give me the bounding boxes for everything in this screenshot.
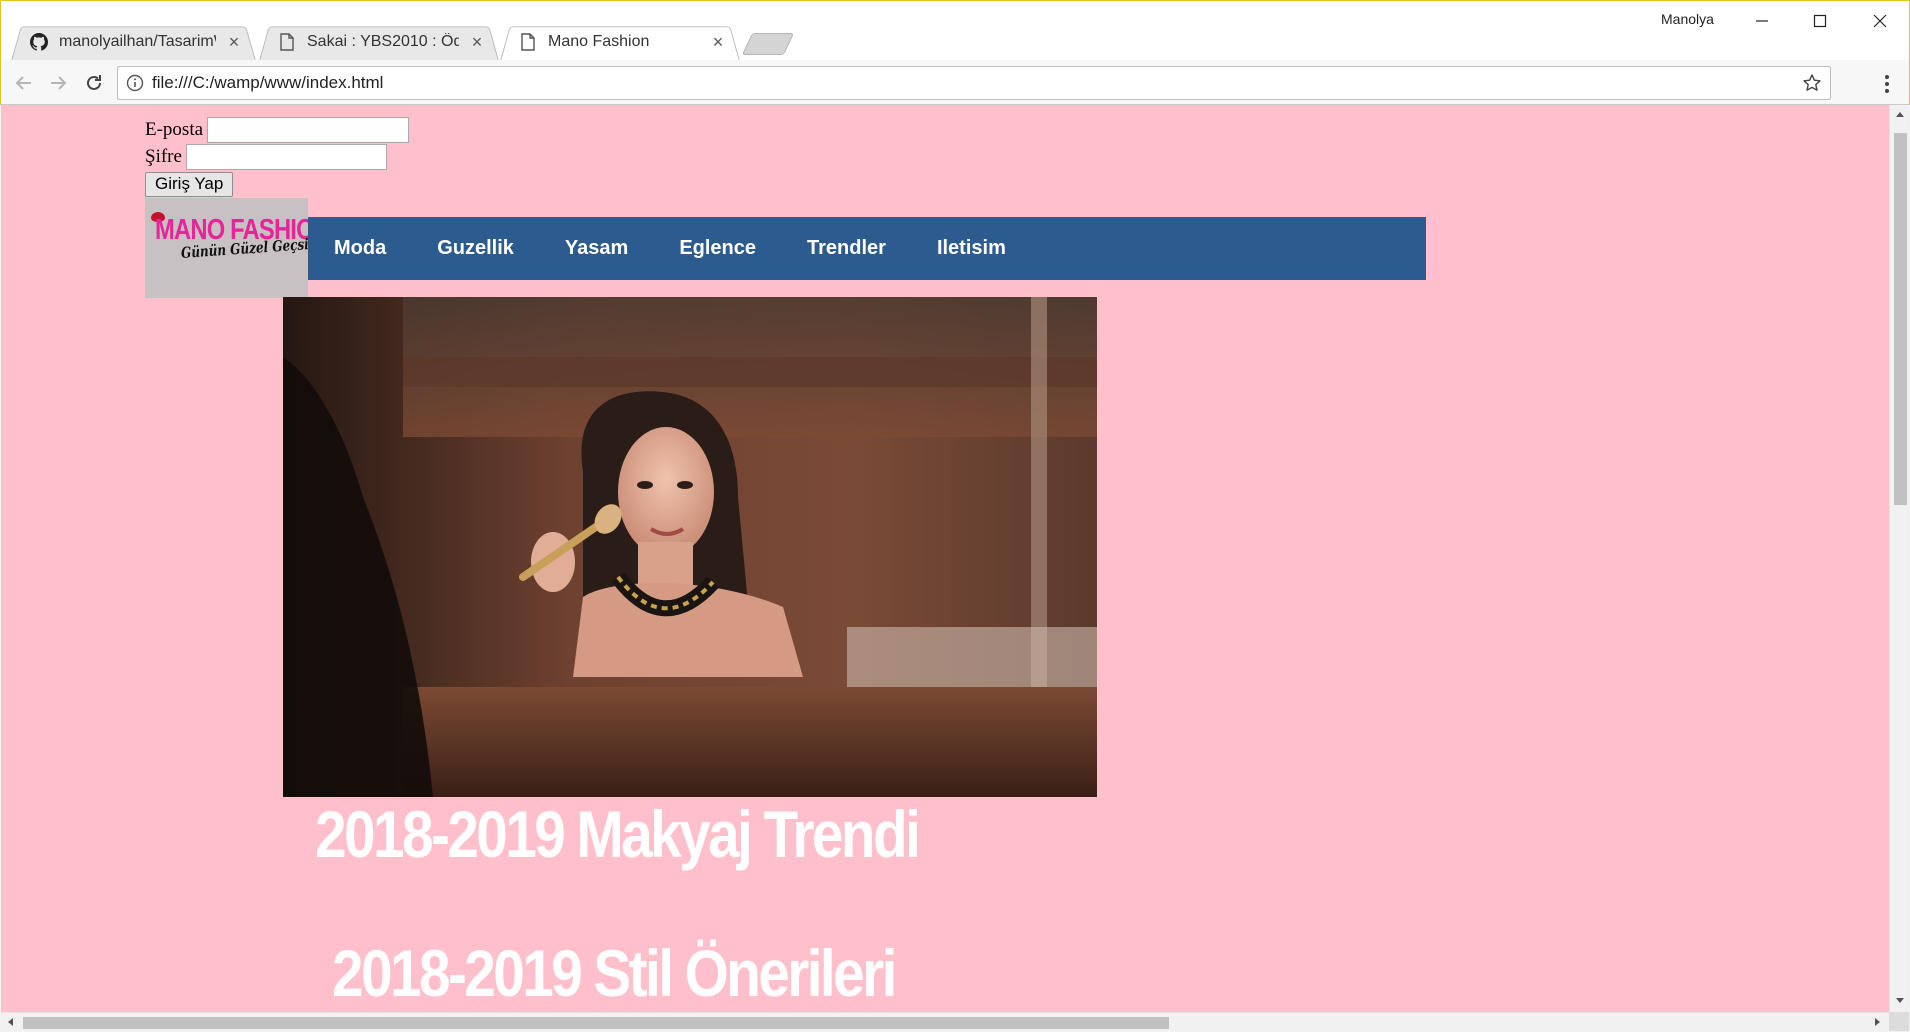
horizontal-scroll-thumb[interactable] (23, 1017, 1169, 1029)
maximize-icon[interactable] (1791, 1, 1849, 41)
scroll-left-icon[interactable] (8, 1018, 13, 1026)
nav-item-moda[interactable]: Moda (334, 237, 386, 260)
login-form: E-posta Şifre Giriş Yap (145, 116, 410, 197)
tab-label: manolyailhan/TasarimWe (59, 33, 216, 50)
close-tab-icon[interactable]: × (469, 32, 485, 52)
nav-item-trendler[interactable]: Trendler (807, 237, 886, 260)
profile-name[interactable]: Manolya (1661, 11, 1714, 27)
reload-icon[interactable] (79, 68, 109, 98)
close-tab-icon[interactable]: × (226, 32, 242, 52)
close-window-icon[interactable] (1851, 1, 1909, 41)
github-icon (29, 32, 49, 52)
scroll-right-icon[interactable] (1875, 1018, 1880, 1026)
new-tab-button[interactable] (741, 33, 795, 55)
nav-item-eglence[interactable]: Eglence (679, 237, 756, 260)
login-button[interactable]: Giriş Yap (145, 171, 234, 197)
email-label: E-posta (145, 118, 204, 140)
back-icon[interactable] (9, 68, 39, 98)
hero-image (283, 297, 1097, 797)
nav-item-yasam[interactable]: Yasam (565, 237, 628, 260)
headline-makyaj[interactable]: 2018-2019 Makyaj Trendi (315, 796, 921, 872)
scrollbar-corner (1889, 1012, 1909, 1031)
browser-title-bar: manolyailhan/TasarimWe × Sakai : YBS2010… (0, 0, 1910, 61)
scroll-up-icon[interactable] (1896, 112, 1904, 117)
close-tab-icon[interactable]: × (710, 32, 726, 52)
page-icon (518, 32, 538, 52)
page-viewport: E-posta Şifre Giriş Yap MANO FASHION Gün… (1, 105, 1889, 1012)
info-icon[interactable] (126, 74, 144, 92)
nav-item-guzellik[interactable]: Guzellik (437, 237, 514, 260)
email-field[interactable] (207, 116, 410, 143)
bookmark-star-icon[interactable] (1802, 73, 1822, 93)
page-icon (277, 32, 297, 52)
horizontal-scrollbar[interactable] (1, 1012, 1889, 1031)
tab-sakai[interactable]: Sakai : YBS2010 : Ödevler × (259, 23, 499, 61)
tab-label: Sakai : YBS2010 : Ödevler (307, 33, 459, 50)
password-field[interactable] (185, 143, 387, 170)
browser-menu-icon[interactable] (1877, 72, 1897, 96)
address-url[interactable]: file:///C:/wamp/www/index.html (152, 67, 383, 99)
address-bar[interactable]: file:///C:/wamp/www/index.html (117, 66, 1831, 100)
tab-label: Mano Fashion (548, 33, 650, 50)
main-nav: Moda Guzellik Yasam Eglence Trendler Ile… (308, 217, 1426, 280)
tab-mano-fashion[interactable]: Mano Fashion × (500, 23, 740, 61)
browser-toolbar: file:///C:/wamp/www/index.html (0, 60, 1910, 105)
vertical-scrollbar[interactable] (1889, 105, 1909, 1012)
minimize-icon[interactable] (1733, 1, 1791, 41)
tab-github[interactable]: manolyailhan/TasarimWe × (11, 23, 256, 61)
vertical-scroll-thumb[interactable] (1894, 133, 1907, 505)
password-label: Şifre (145, 145, 182, 167)
nav-item-iletisim[interactable]: Iletisim (937, 237, 1006, 260)
headline-stil[interactable]: 2018-2019 Stil Önerileri (332, 935, 897, 1011)
site-logo[interactable]: MANO FASHION Günün Güzel Geçsin (145, 198, 308, 298)
forward-icon[interactable] (43, 68, 73, 98)
scroll-down-icon[interactable] (1896, 998, 1904, 1003)
